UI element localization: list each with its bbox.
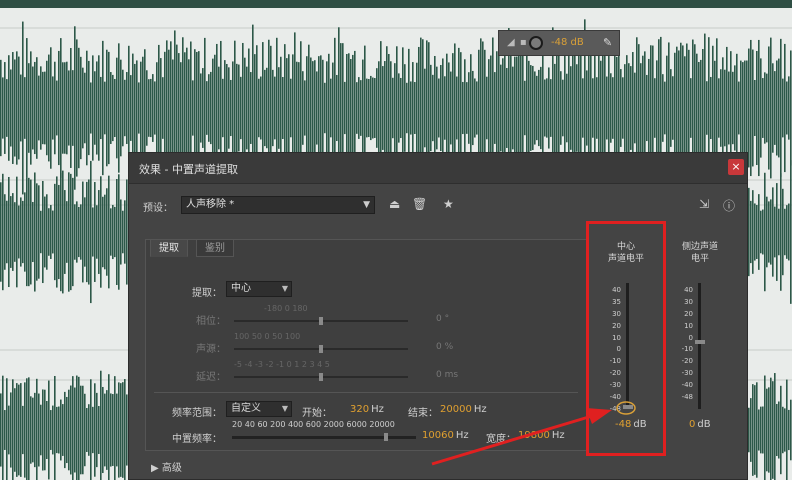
- dialog-title: 效果 - 中置声道提取: [139, 163, 238, 176]
- divider: [154, 392, 578, 393]
- width-unit: Hz: [551, 430, 565, 441]
- delay-slider-handle[interactable]: [319, 373, 323, 381]
- scale-tick: 40: [684, 286, 693, 294]
- freq-range-value: 自定义: [231, 403, 261, 414]
- level-label: 声源：: [196, 344, 226, 355]
- pan-label: 相位：: [196, 316, 226, 327]
- preset-value: 人声移除 *: [186, 199, 235, 210]
- hud-volume-value: -48 dB: [551, 37, 584, 48]
- level-ticks: 100 50 0 50 100: [234, 332, 301, 341]
- freq-range-select[interactable]: 自定义 ▼: [226, 401, 292, 417]
- width-label: 宽度：: [486, 434, 516, 445]
- dialog-titlebar[interactable]: 效果 - 中置声道提取 ×: [129, 153, 747, 184]
- width-value: 19800: [518, 430, 550, 441]
- start-unit: Hz: [371, 404, 384, 415]
- highlight-box: [586, 221, 666, 456]
- side-level-value: 0: [689, 419, 696, 430]
- side-level-slider-handle[interactable]: [695, 340, 705, 345]
- scale-tick: -48: [681, 393, 693, 402]
- scale-tick: 0: [688, 333, 693, 342]
- download-preset-icon[interactable]: ⏏: [389, 197, 400, 211]
- start-value: 320: [350, 404, 370, 415]
- delay-value: 0 ms: [436, 370, 459, 380]
- chevron-down-icon: ▼: [281, 284, 288, 293]
- center-freq-value: 10060: [422, 430, 454, 441]
- side-meter-scale: 40 30 20 10 0 -10 -20 -30 -40 -48: [669, 285, 693, 404]
- scale-tick: 30: [684, 297, 693, 306]
- volume-knob[interactable]: [529, 36, 543, 50]
- side-meter-title-2: 电平: [690, 254, 709, 264]
- pan-slider-handle[interactable]: [319, 317, 323, 325]
- tab-discrimination[interactable]: 鉴别: [196, 239, 234, 257]
- preset-label: 预设：: [143, 203, 173, 214]
- end-label: 结束：: [408, 408, 438, 419]
- delay-label: 延迟：: [196, 372, 226, 383]
- freq-range-label: 频率范围：: [172, 408, 222, 419]
- side-level-meter: 侧边声道 电平 40 30 20 10 0 -10 -20 -30 -40 -48 0 dB: [665, 241, 735, 430]
- side-level-unit: dB: [697, 419, 711, 430]
- level-slider-handle[interactable]: [319, 345, 323, 353]
- info-icon[interactable]: ⓘ: [723, 197, 735, 214]
- side-level-field[interactable]: 0 dB: [689, 419, 711, 430]
- routing-icon[interactable]: ⇲: [699, 197, 709, 211]
- preset-select[interactable]: 人声移除 * ▼: [181, 196, 375, 214]
- scale-tick: -30: [681, 369, 693, 378]
- scale-tick: -40: [681, 381, 693, 390]
- scale-tick: 20: [684, 309, 693, 318]
- center-freq-unit: Hz: [455, 430, 469, 441]
- chevron-down-icon: ▼: [281, 404, 288, 413]
- pin-icon[interactable]: ✎: [603, 36, 612, 49]
- center-freq-label: 中置频率：: [172, 434, 222, 445]
- delay-ticks: -5 -4 -3 -2 -1 0 1 2 3 4 5: [234, 360, 330, 369]
- scale-tick: 10: [684, 321, 693, 330]
- start-label: 开始：: [302, 408, 332, 419]
- favorite-star-icon[interactable]: ★: [443, 197, 454, 211]
- hud-volume-control[interactable]: ◢ ▪ ▪ -48 dB ✎: [498, 30, 620, 56]
- advanced-label: 高级: [161, 463, 182, 474]
- end-field[interactable]: 20000 Hz: [440, 404, 487, 415]
- center-freq-ticks: 20 40 60 200 400 600 2000 6000 20000: [232, 420, 395, 429]
- pan-ticks: -180 0 180: [264, 304, 308, 313]
- side-level-slider[interactable]: [698, 283, 701, 409]
- tab-extract[interactable]: 提取: [150, 239, 188, 257]
- close-button[interactable]: ×: [728, 159, 744, 175]
- advanced-toggle[interactable]: ▶ 高级: [151, 459, 182, 474]
- level-value: 0 %: [436, 342, 454, 352]
- start-field[interactable]: 320 Hz: [350, 404, 384, 415]
- extract-select[interactable]: 中心 ▼: [226, 281, 292, 297]
- pan-value: 0 °: [436, 314, 450, 324]
- chevron-down-icon: ▼: [363, 200, 370, 210]
- delete-preset-icon[interactable]: 🗑: [412, 197, 427, 211]
- chevron-right-icon: ▶: [151, 463, 162, 474]
- center-freq-field[interactable]: 10060 Hz: [422, 430, 469, 441]
- width-field[interactable]: 19800 Hz: [518, 430, 565, 441]
- extract-value: 中心: [231, 283, 251, 294]
- end-value: 20000: [440, 404, 472, 415]
- scale-tick: -20: [681, 357, 693, 366]
- end-unit: Hz: [473, 404, 487, 415]
- side-meter-title-1: 侧边声道: [681, 242, 718, 252]
- scale-tick: -10: [681, 345, 693, 354]
- extract-label: 提取：: [192, 288, 222, 299]
- settings-panel: 提取 鉴别 提取： 中心 ▼ 相位： -180 0 180 0 ° 声源： 10…: [145, 239, 587, 451]
- center-freq-slider[interactable]: [232, 436, 416, 439]
- center-freq-slider-handle[interactable]: [384, 433, 388, 441]
